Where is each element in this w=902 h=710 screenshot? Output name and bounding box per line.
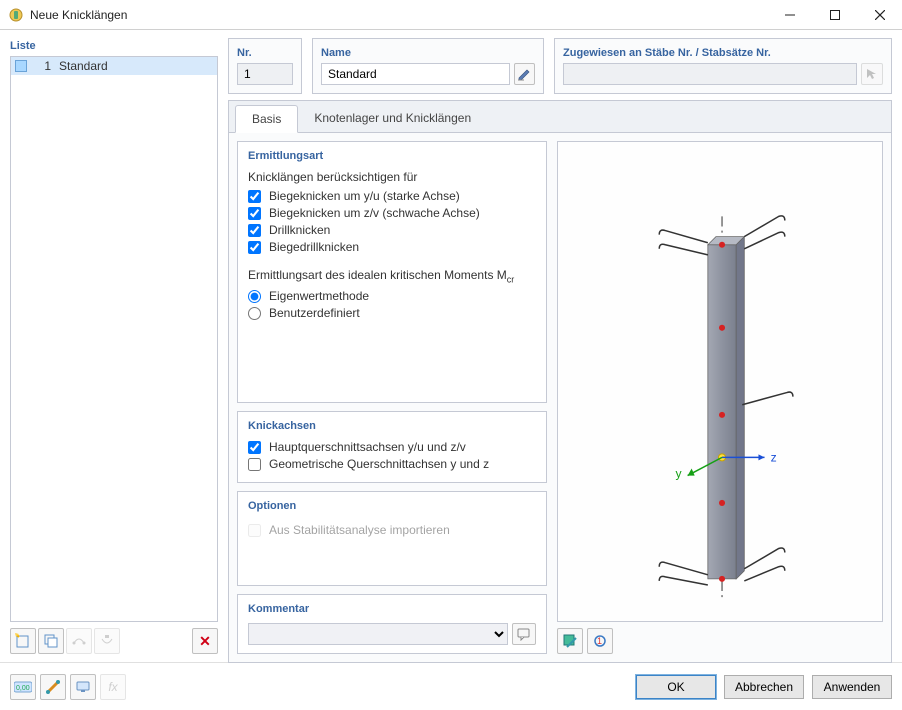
- chk-biegeknicken-zv[interactable]: Biegeknicken um z/v (schwache Achse): [248, 206, 536, 220]
- ok-button[interactable]: OK: [636, 675, 716, 699]
- tab-basis[interactable]: Basis: [235, 105, 298, 133]
- preview-column: z y: [557, 141, 883, 654]
- list-item-color-icon: [15, 60, 27, 72]
- name-label: Name: [321, 45, 535, 63]
- name-group: Name: [312, 38, 544, 94]
- panel-optionen: Optionen Aus Stabilitätsanalyse importie…: [237, 491, 547, 586]
- nr-input[interactable]: [237, 63, 293, 85]
- assign-input[interactable]: [563, 63, 857, 85]
- chk-stab-import: Aus Stabilitätsanalyse importieren: [248, 523, 536, 537]
- kommentar-title: Kommentar: [248, 603, 536, 615]
- optionen-title: Optionen: [248, 500, 536, 512]
- tool-button-4[interactable]: [94, 628, 120, 654]
- panel-knickachsen: Knickachsen Hauptquerschnittsachsen y/u …: [237, 411, 547, 483]
- list-box[interactable]: 1 Standard: [10, 56, 218, 622]
- list-item-standard[interactable]: 1 Standard: [11, 57, 217, 75]
- bottom-bar: 0,00 fx OK Abbrechen Anwenden: [0, 662, 902, 710]
- minimize-button[interactable]: [767, 0, 812, 30]
- axis-z-label: z: [771, 450, 777, 464]
- details-panel: Nr. Name Zugewiesen an Stäbe Nr. / Stabs…: [228, 38, 892, 654]
- svg-text:0,00: 0,00: [16, 685, 30, 692]
- tab-knotenlager[interactable]: Knotenlager und Knicklängen: [298, 105, 487, 132]
- svg-text:1: 1: [597, 636, 602, 646]
- top-fields: Nr. Name Zugewiesen an Stäbe Nr. / Stabs…: [228, 38, 892, 94]
- pencil-icon: [517, 67, 531, 81]
- comment-icon: [517, 627, 531, 641]
- rad-eigenwert[interactable]: Eigenwertmethode: [248, 289, 536, 303]
- member-view-button[interactable]: [40, 674, 66, 700]
- ermittlungsart-title: Ermittlungsart: [248, 150, 536, 162]
- name-input[interactable]: [321, 63, 510, 85]
- apply-button[interactable]: Anwenden: [812, 675, 892, 699]
- units-button[interactable]: 0,00: [10, 674, 36, 700]
- chk-drillknicken[interactable]: Drillknicken: [248, 223, 536, 237]
- window-title: Neue Knicklängen: [30, 8, 127, 22]
- list-toolbar: ✕: [10, 628, 218, 654]
- cursor-pick-icon: [865, 67, 879, 81]
- bottom-left-buttons: 0,00 fx: [10, 674, 126, 700]
- list-item-number: 1: [35, 59, 51, 73]
- kommentar-edit-button[interactable]: [512, 623, 536, 645]
- panel-kommentar: Kommentar: [237, 594, 547, 654]
- list-header: Liste: [10, 38, 218, 56]
- pick-members-button[interactable]: [861, 63, 883, 85]
- chk-hauptachsen[interactable]: Hauptquerschnittsachsen y/u und z/v: [248, 440, 536, 454]
- kommentar-combo[interactable]: [248, 623, 508, 645]
- display-button[interactable]: [70, 674, 96, 700]
- main-content: Liste 1 Standard ✕ Nr. Name: [0, 30, 902, 662]
- left-panel-column: Ermittlungsart Knicklängen berücksichtig…: [237, 141, 547, 654]
- maximize-button[interactable]: [812, 0, 857, 30]
- list-panel: Liste 1 Standard ✕: [10, 38, 218, 654]
- preview-toolbar: 1: [557, 628, 883, 654]
- copy-item-button[interactable]: [38, 628, 64, 654]
- function-button[interactable]: fx: [100, 674, 126, 700]
- assign-label: Zugewiesen an Stäbe Nr. / Stabsätze Nr.: [563, 45, 883, 63]
- column-rendering: z y: [558, 142, 882, 621]
- rad-benutzerdefiniert[interactable]: Benutzerdefiniert: [248, 306, 536, 320]
- tab-body-basis: Ermittlungsart Knicklängen berücksichtig…: [229, 133, 891, 662]
- new-item-button[interactable]: [10, 628, 36, 654]
- app-icon: [8, 7, 24, 23]
- preview-tool-2[interactable]: 1: [587, 628, 613, 654]
- edit-name-button[interactable]: [514, 63, 535, 85]
- panel-ermittlungsart: Ermittlungsart Knicklängen berücksichtig…: [237, 141, 547, 403]
- knickachsen-title: Knickachsen: [248, 420, 536, 432]
- chk-biegeknicken-yu[interactable]: Biegeknicken um y/u (starke Achse): [248, 189, 536, 203]
- cancel-button[interactable]: Abbrechen: [724, 675, 804, 699]
- mcr-label: Ermittlungsart des idealen kritischen Mo…: [248, 268, 536, 284]
- list-item-name: Standard: [59, 59, 108, 73]
- preview-3d[interactable]: z y: [557, 141, 883, 622]
- tabs-container: Basis Knotenlager und Knicklängen Ermitt…: [228, 100, 892, 663]
- chk-geomachsen[interactable]: Geometrische Querschnittachsen y und z: [248, 457, 536, 471]
- nr-group: Nr.: [228, 38, 302, 94]
- tool-button-3[interactable]: [66, 628, 92, 654]
- delete-item-button[interactable]: ✕: [192, 628, 218, 654]
- close-button[interactable]: [857, 0, 902, 30]
- axis-y-label: y: [675, 467, 682, 481]
- chk-biegedrillknicken[interactable]: Biegedrillknicken: [248, 240, 536, 254]
- preview-tool-1[interactable]: [557, 628, 583, 654]
- tabs-header: Basis Knotenlager und Knicklängen: [229, 101, 891, 133]
- consider-label: Knicklängen berücksichtigen für: [248, 170, 536, 184]
- assign-group: Zugewiesen an Stäbe Nr. / Stabsätze Nr.: [554, 38, 892, 94]
- nr-label: Nr.: [237, 45, 293, 63]
- titlebar: Neue Knicklängen: [0, 0, 902, 30]
